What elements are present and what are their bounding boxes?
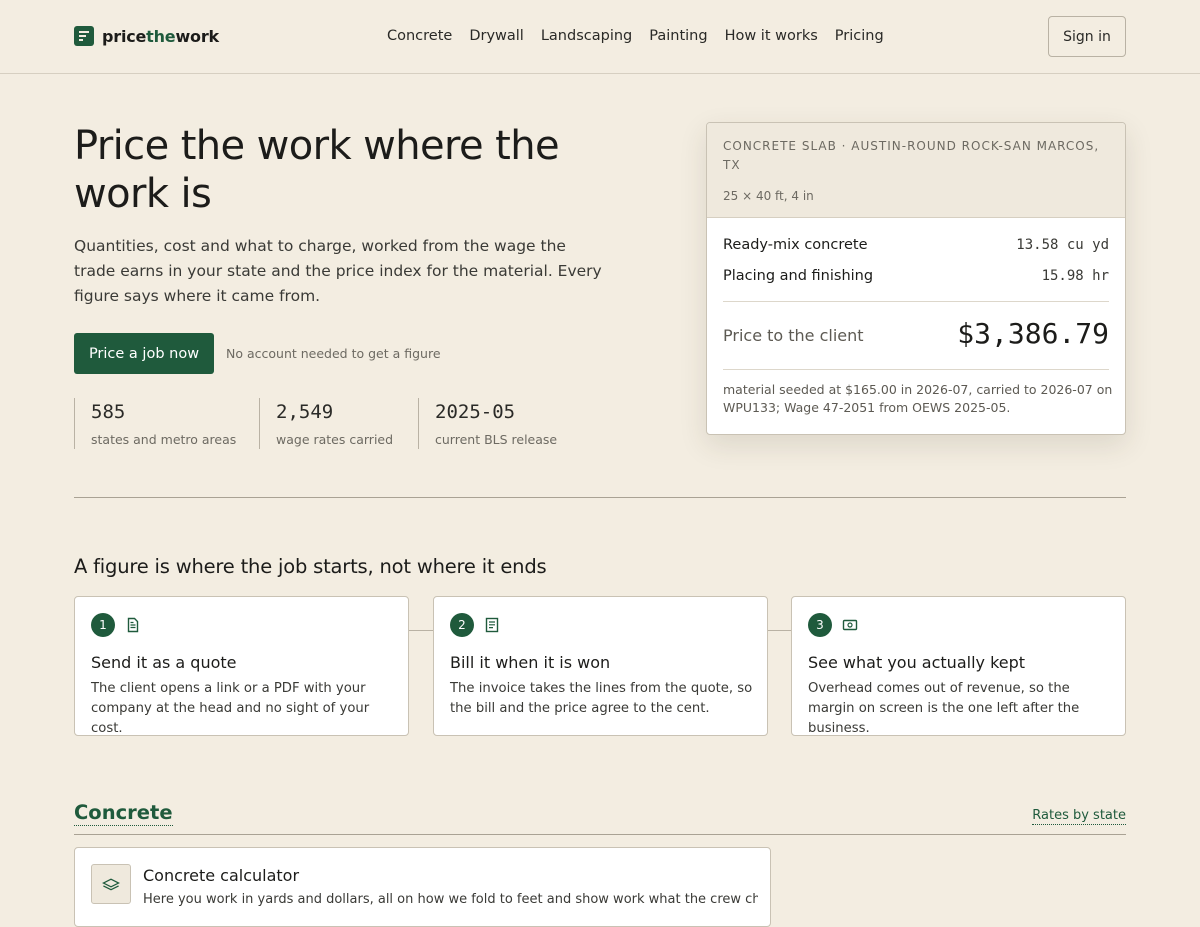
brand-name-accent: the <box>146 26 176 46</box>
nav-link-concrete[interactable]: Concrete <box>387 28 452 44</box>
concrete-calculator-card[interactable]: Concrete calculator Here you work in yar… <box>74 847 771 927</box>
layers-icon <box>102 878 120 891</box>
hero-stats: 585 states and metro areas 2,549 wage ra… <box>74 398 578 449</box>
document-icon <box>127 617 139 633</box>
line-quantity: 15.98 hr <box>1041 268 1109 284</box>
step-title: See what you actually kept <box>808 653 1026 672</box>
sign-in-button[interactable]: Sign in <box>1048 16 1126 57</box>
brand-mark-icon <box>74 26 94 46</box>
nav-link-pricing[interactable]: Pricing <box>835 28 884 44</box>
main-nav: Concrete Drywall Landscaping Painting Ho… <box>387 28 884 44</box>
nav-link-painting[interactable]: Painting <box>649 28 707 44</box>
step-title: Send it as a quote <box>91 653 237 672</box>
estimate-line-item: Placing and finishing 15.98 hr <box>723 268 1109 284</box>
estimate-job-location: CONCRETE SLAB · AUSTIN-ROUND ROCK-SAN MA… <box>723 139 1100 172</box>
invoice-icon <box>485 617 499 633</box>
card-divider <box>723 301 1109 302</box>
nav-link-how-it-works[interactable]: How it works <box>725 28 818 44</box>
nav-link-landscaping[interactable]: Landscaping <box>541 28 632 44</box>
step-number: 1 <box>91 613 115 637</box>
price-label: Price to the client <box>723 326 864 345</box>
step-description: Overhead comes out of revenue, so the ma… <box>808 681 1080 736</box>
stat-label: wage rates carried <box>276 432 394 447</box>
stat-bls-release: 2025-05 current BLS release <box>418 398 578 449</box>
stat-label: current BLS release <box>435 432 558 447</box>
line-label: Ready-mix concrete <box>723 237 868 253</box>
line-label: Placing and finishing <box>723 268 874 284</box>
price-a-job-button[interactable]: Price a job now <box>74 333 214 374</box>
step-description: The client opens a link or a PDF with yo… <box>91 681 370 736</box>
stat-areas: 585 states and metro areas <box>74 398 259 449</box>
line-quantity: 13.58 cu yd <box>1016 237 1109 253</box>
brand-name: pricethework <box>102 27 219 46</box>
sample-estimate-card: CONCRETE SLAB · AUSTIN-ROUND ROCK-SAN MA… <box>706 122 1126 435</box>
hero-title: Price the work where the work is <box>74 123 560 217</box>
cash-icon <box>842 619 858 631</box>
stat-label: states and metro areas <box>91 432 237 447</box>
top-navigation-bar: pricethework Concrete Drywall Landscapin… <box>0 0 1200 74</box>
brand-name-post: work <box>175 26 219 46</box>
estimate-dimensions: 25 × 40 ft, 4 in <box>723 189 814 203</box>
estimate-card-header: CONCRETE SLAB · AUSTIN-ROUND ROCK-SAN MA… <box>707 123 1125 218</box>
step-description: The invoice takes the lines from the quo… <box>450 681 753 716</box>
calculator-icon-box <box>91 864 131 904</box>
step-connector <box>409 630 433 631</box>
card-divider <box>723 369 1109 370</box>
steps-section-title: A figure is where the job starts, not wh… <box>74 555 547 578</box>
brand-logo[interactable]: pricethework <box>74 26 219 46</box>
price-value: $3,386.79 <box>957 317 1109 350</box>
step-connector <box>767 630 791 631</box>
stat-value: 2,549 <box>276 401 334 423</box>
stat-value: 2025-05 <box>435 401 516 423</box>
step-title: Bill it when it is won <box>450 653 611 672</box>
brand-name-pre: price <box>102 26 147 46</box>
stat-wage-rates: 2,549 wage rates carried <box>259 398 418 449</box>
section-divider <box>74 497 1126 498</box>
nav-link-drywall[interactable]: Drywall <box>469 28 524 44</box>
estimate-source-footnote: material seeded at $165.00 in 2026-07, c… <box>723 382 1113 415</box>
concrete-section-title[interactable]: Concrete <box>74 801 173 826</box>
section-rule <box>74 834 1126 835</box>
estimate-line-item: Ready-mix concrete 13.58 cu yd <box>723 237 1109 253</box>
cta-note: No account needed to get a figure <box>226 346 441 361</box>
step-card-quote: 1 Send it as a quote The client opens a … <box>74 596 409 736</box>
step-card-margin: 3 See what you actually kept Overhead co… <box>791 596 1126 736</box>
step-number: 3 <box>808 613 832 637</box>
hero-subtitle: Quantities, cost and what to charge, wor… <box>74 237 602 305</box>
calculator-title: Concrete calculator <box>143 866 300 885</box>
step-number: 2 <box>450 613 474 637</box>
stat-value: 585 <box>91 401 126 423</box>
step-card-invoice: 2 Bill it when it is won The invoice tak… <box>433 596 768 736</box>
rates-by-state-link[interactable]: Rates by state <box>1032 807 1126 825</box>
